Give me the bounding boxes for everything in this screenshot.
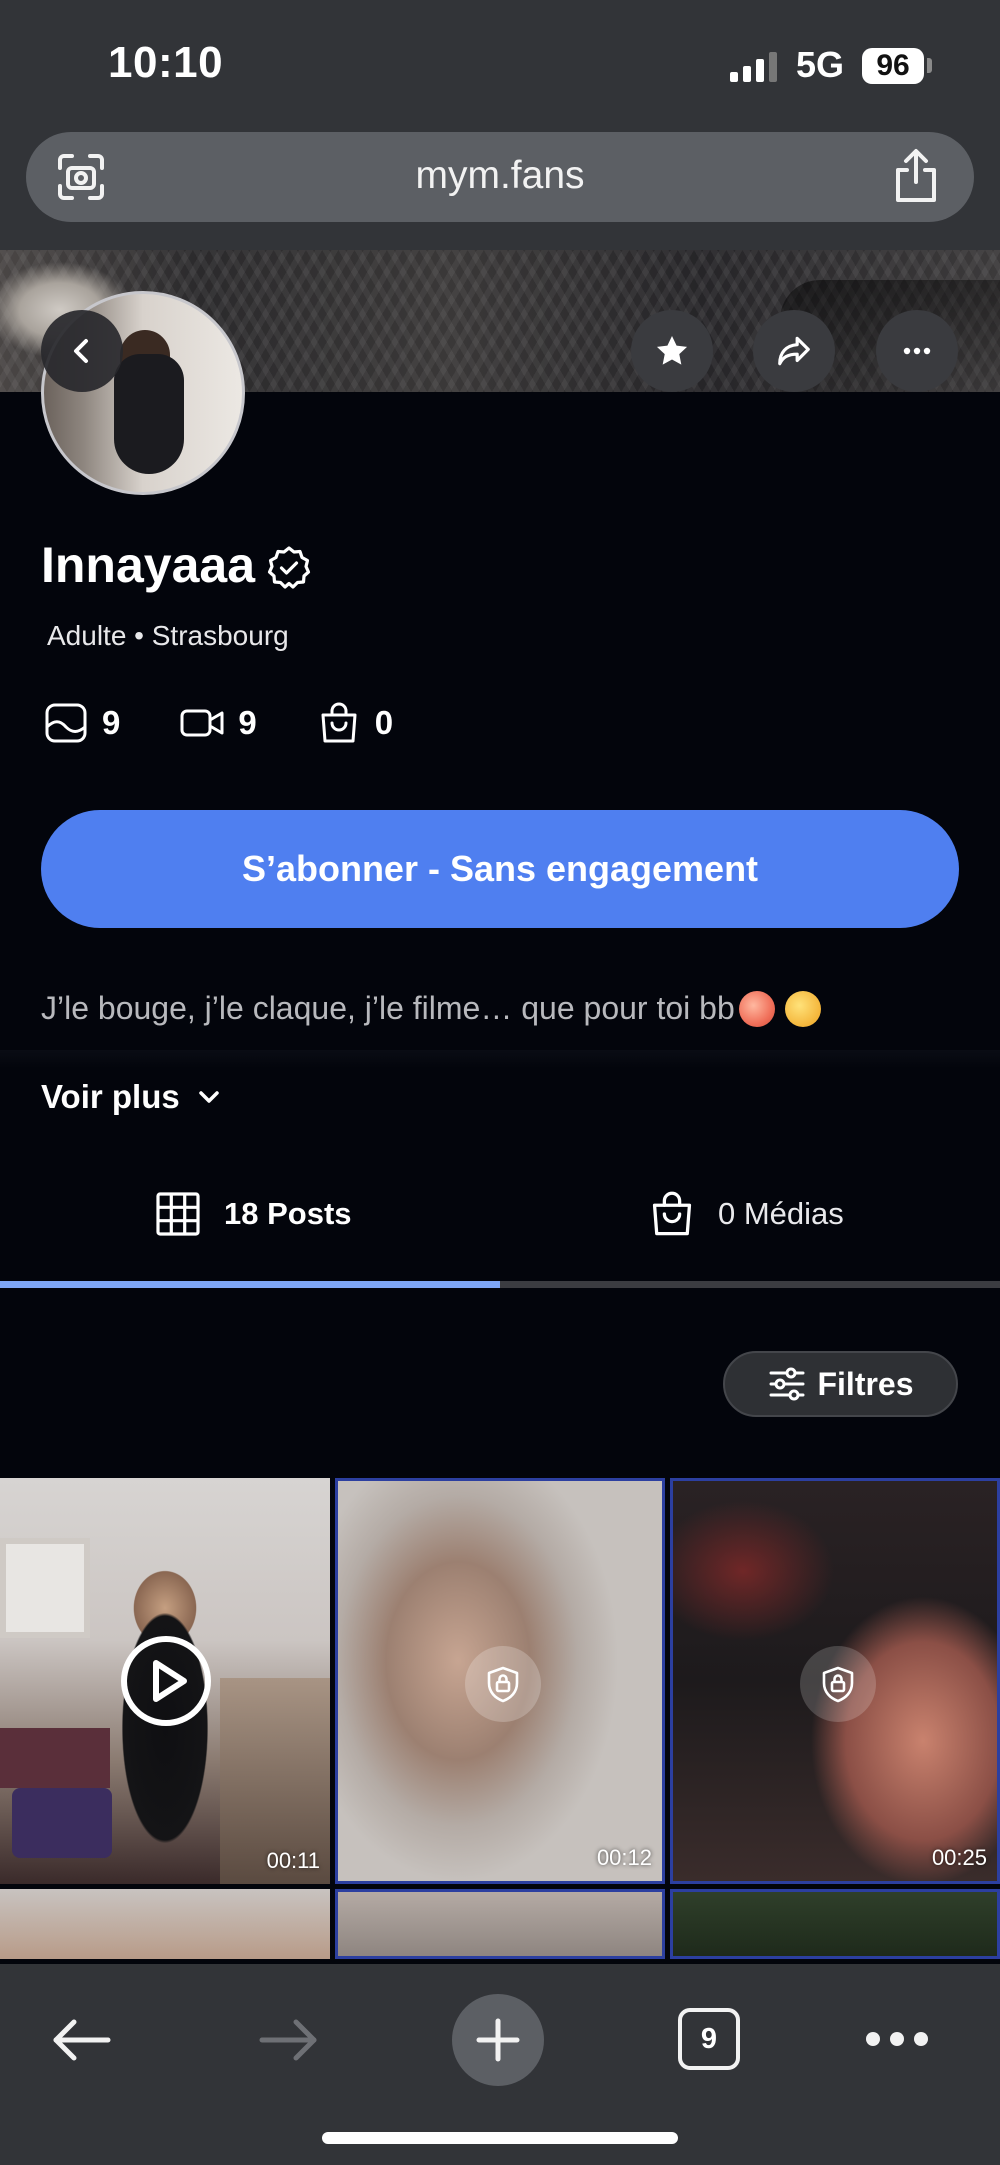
bag-icon: [321, 702, 357, 743]
locked-badge: [800, 1646, 876, 1722]
stat-photos-count: 9: [102, 704, 121, 741]
profile-meta: Adulte • Strasbourg: [47, 620, 289, 651]
post-tile[interactable]: 00:11: [0, 1478, 330, 1884]
home-indicator: [322, 2132, 678, 2144]
arrow-right-icon[interactable]: [258, 2015, 320, 2065]
see-more-button[interactable]: Voir plus: [41, 1078, 224, 1116]
post-tile[interactable]: [0, 1889, 330, 1959]
chevron-down-icon: [199, 1091, 219, 1103]
profile-stats: 9 9 0: [44, 698, 453, 748]
see-more-label: Voir plus: [41, 1078, 180, 1115]
more-options-button[interactable]: [876, 310, 958, 392]
tab-posts[interactable]: 18 Posts: [154, 1186, 352, 1242]
filters-button[interactable]: Filtres: [723, 1351, 958, 1417]
arrow-left-icon[interactable]: [50, 2015, 112, 2065]
stat-photos: 9: [44, 701, 120, 745]
profile-bio: J’le bouge, j’le claque, j’le filme… que…: [41, 990, 821, 1027]
video-duration: 00:11: [266, 1848, 320, 1873]
bio-text: J’le bouge, j’le claque, j’le filme… que…: [41, 990, 735, 1026]
star-icon: [656, 335, 688, 365]
stat-purchases-count: 0: [374, 704, 394, 741]
address-bar[interactable]: mym.fans: [26, 132, 974, 222]
kiss-emoji-icon: [784, 991, 821, 1027]
battery-indicator: 96: [862, 48, 924, 84]
tab-active-indicator: [0, 1281, 500, 1288]
status-time: 10:10: [108, 38, 224, 87]
stat-videos-count: 9: [238, 704, 257, 741]
tab-media[interactable]: 0 Médias: [648, 1186, 844, 1242]
tab-media-label: 0 Médias: [718, 1196, 844, 1231]
subscribe-button[interactable]: S’abonner - Sans engagement: [41, 810, 959, 928]
dot: [866, 2032, 880, 2046]
post-tile[interactable]: 00:12: [335, 1478, 665, 1884]
share-icon[interactable]: [890, 148, 942, 204]
post-tile[interactable]: [335, 1889, 665, 1959]
lock-icon: [822, 1666, 854, 1703]
more-icon: [903, 347, 931, 355]
avatar-figure: [114, 354, 184, 474]
locked-badge: [465, 1646, 541, 1722]
filters-label: Filtres: [817, 1365, 914, 1402]
network-label: 5G: [796, 44, 845, 85]
sliders-icon: [769, 1367, 805, 1401]
share-profile-button[interactable]: [753, 310, 835, 392]
tile-background-detail: [12, 1788, 112, 1858]
battery-tip: [927, 58, 932, 73]
plus-icon: [476, 2018, 520, 2062]
url-text: mym.fans: [415, 154, 585, 197]
profile-name: Innayaaa: [41, 537, 256, 593]
signal-icon: [730, 52, 777, 82]
post-tile[interactable]: 00:25: [670, 1478, 1000, 1884]
stat-purchases: 0: [317, 701, 393, 745]
dot: [914, 2032, 928, 2046]
back-chevron-icon: [74, 339, 88, 363]
browser-toolbar: 9: [0, 1964, 1000, 2165]
video-duration: 00:12: [596, 1845, 652, 1870]
verified-icon: [267, 546, 311, 589]
video-icon: [180, 709, 224, 737]
tile-background-detail: [0, 1728, 110, 1788]
video-duration: 00:25: [931, 1845, 987, 1870]
status-bar: 10:10 5G 96: [0, 0, 1000, 130]
bio-fade: [0, 1050, 1000, 1068]
lock-icon: [487, 1666, 519, 1703]
peach-emoji-icon: [738, 991, 775, 1027]
tab-posts-label: 18 Posts: [224, 1196, 352, 1231]
back-button[interactable]: [41, 310, 123, 392]
forward-share-icon: [778, 336, 810, 366]
tile-background-detail: [0, 1538, 90, 1638]
photo-icon: [45, 703, 87, 743]
grid-icon: [156, 1192, 200, 1236]
browser-more-button[interactable]: [866, 2024, 928, 2054]
dot: [890, 2032, 904, 2046]
favorite-button[interactable]: [631, 310, 713, 392]
stat-videos: 9: [180, 701, 257, 745]
bag-icon: [652, 1191, 692, 1236]
play-icon[interactable]: [118, 1633, 214, 1729]
post-tile[interactable]: [670, 1889, 1000, 1959]
new-tab-button[interactable]: [452, 1994, 544, 2086]
tab-switcher-button[interactable]: 9: [678, 2008, 740, 2070]
